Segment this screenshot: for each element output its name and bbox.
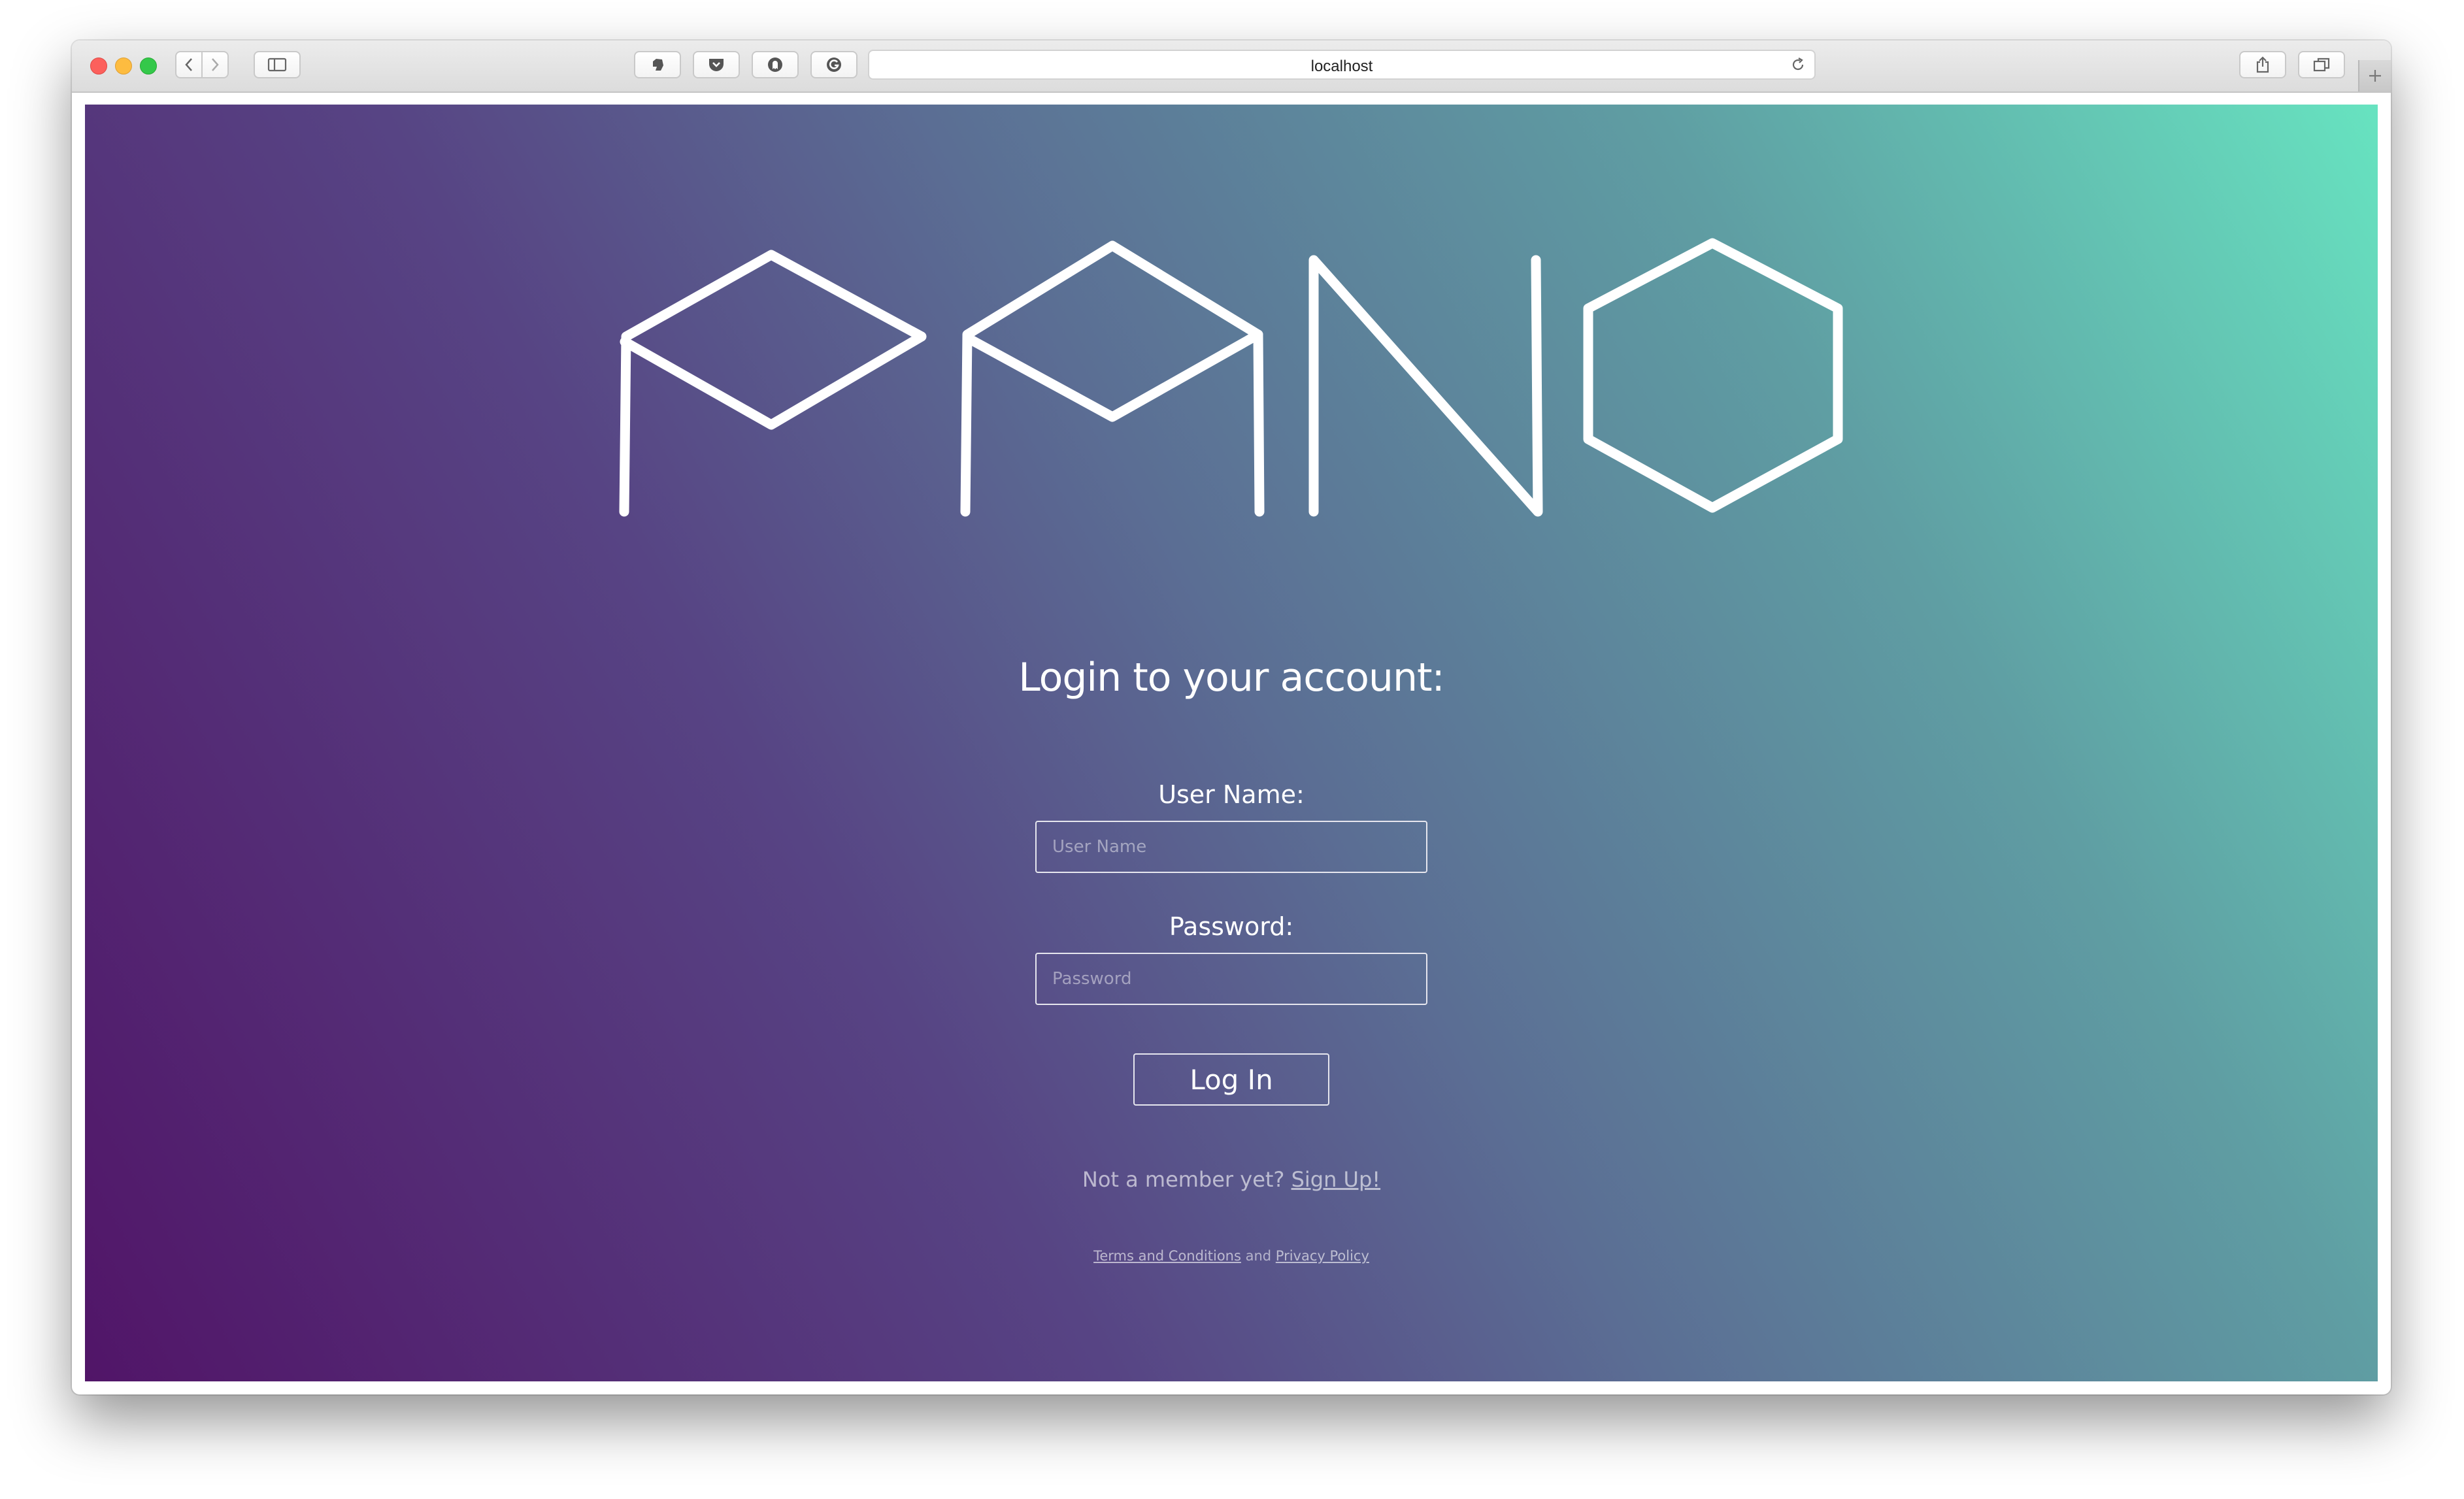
legal-and-text: and (1240, 1248, 1276, 1264)
password-input[interactable] (1035, 953, 1427, 1005)
grammarly-icon (827, 58, 841, 72)
reload-icon[interactable] (1790, 56, 1806, 73)
terms-link[interactable]: Terms and Conditions (1093, 1248, 1241, 1264)
elephant-icon (653, 59, 663, 71)
legal-links: Terms and Conditions and Privacy Policy (85, 1248, 2378, 1264)
logo-letter-a-left (960, 240, 1263, 517)
page-viewport: Login to your account: User Name: Passwo… (85, 105, 2378, 1381)
minimize-window-button[interactable] (115, 58, 132, 74)
address-bar[interactable]: localhost (868, 50, 1816, 80)
back-button[interactable] (175, 51, 203, 78)
extension-pocket-button[interactable] (693, 51, 740, 78)
chevron-left-icon (185, 58, 192, 71)
privacy-link[interactable]: Privacy Policy (1276, 1248, 1369, 1264)
login-button[interactable]: Log In (1133, 1053, 1329, 1106)
pocket-icon (709, 59, 724, 71)
username-input[interactable] (1035, 821, 1427, 873)
signup-link[interactable]: Sign Up! (1291, 1167, 1381, 1192)
login-heading: Login to your account: (1018, 655, 1444, 700)
username-label: User Name: (1158, 780, 1305, 809)
logo-letter-o (1583, 238, 1843, 513)
pano-logo (619, 238, 1843, 517)
chevron-right-icon (212, 58, 219, 71)
forward-button[interactable] (201, 51, 229, 78)
logo-letter-n (1308, 255, 1543, 517)
zoom-window-button[interactable] (140, 58, 157, 74)
extension-grammarly-button[interactable] (810, 51, 857, 78)
logo-letter-a-right (1253, 329, 1265, 517)
new-tab-button[interactable] (2358, 60, 2391, 91)
extension-ghostery-button[interactable] (752, 51, 799, 78)
plus-icon (2369, 70, 2381, 82)
signup-prompt-text: Not a member yet? (1082, 1167, 1291, 1192)
tab-overview-button[interactable] (2298, 51, 2345, 78)
tabs-icon (2313, 58, 2330, 72)
ghost-icon (768, 58, 782, 72)
share-icon (2256, 56, 2269, 73)
logo-letter-p (619, 250, 927, 517)
password-label: Password: (1169, 912, 1294, 941)
extension-evernote-button[interactable] (634, 51, 681, 78)
close-window-button[interactable] (90, 58, 107, 74)
share-button[interactable] (2239, 51, 2286, 78)
sidebar-toggle-button[interactable] (254, 51, 301, 78)
sidebar-icon (267, 58, 287, 72)
signup-prompt: Not a member yet? Sign Up! (85, 1167, 2378, 1192)
browser-toolbar: localhost (72, 41, 2391, 93)
address-text: localhost (1310, 58, 1373, 75)
browser-window: localhost Login to your account: User Na… (72, 41, 2391, 1394)
